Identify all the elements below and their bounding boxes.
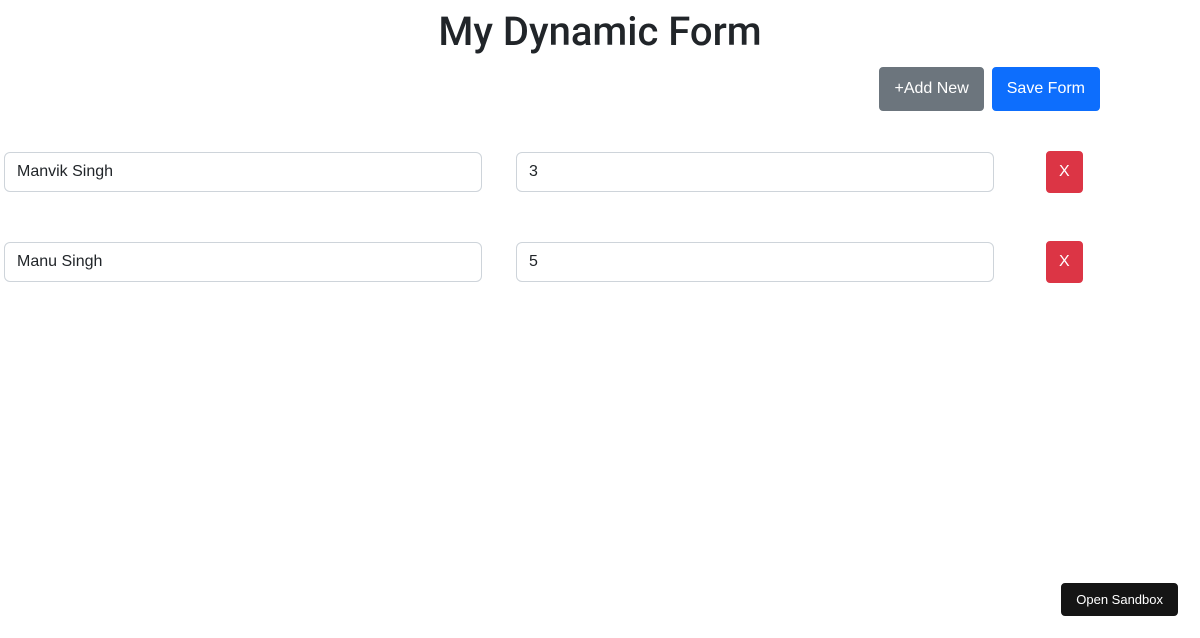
toolbar: +Add New Save Form — [100, 67, 1100, 111]
value-input[interactable] — [516, 152, 994, 192]
form-row: X — [0, 151, 1200, 193]
name-input[interactable] — [4, 152, 482, 192]
value-input[interactable] — [516, 242, 994, 282]
form-row: X — [0, 241, 1200, 283]
remove-row-button[interactable]: X — [1046, 151, 1083, 193]
page-title: My Dynamic Form — [0, 8, 1200, 55]
save-form-button[interactable]: Save Form — [992, 67, 1100, 111]
form-rows: X X — [0, 151, 1200, 283]
remove-row-button[interactable]: X — [1046, 241, 1083, 283]
add-new-button[interactable]: +Add New — [879, 67, 983, 111]
page-container: My Dynamic Form +Add New Save Form X X — [0, 8, 1200, 283]
name-input[interactable] — [4, 242, 482, 282]
open-sandbox-button[interactable]: Open Sandbox — [1061, 583, 1178, 616]
